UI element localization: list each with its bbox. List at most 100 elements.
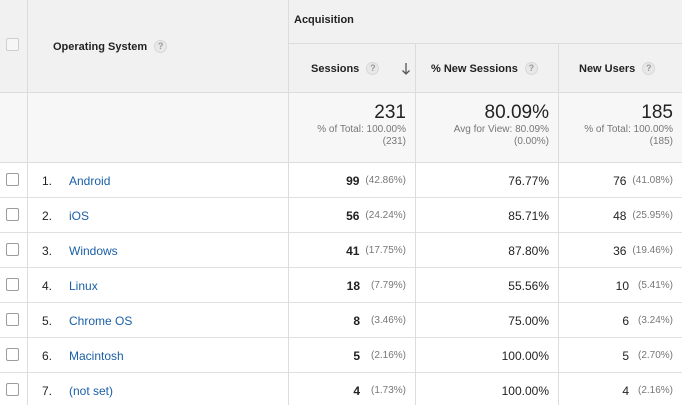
total-caption: % of Total: 100.00% [584, 124, 673, 135]
row-checkbox[interactable] [6, 278, 19, 291]
new-sessions-cell: 100.00% [501, 383, 549, 398]
new-users-percent: (25.95%) [632, 210, 673, 221]
column-header-new-users[interactable]: New Users ? [558, 44, 682, 93]
new-sessions-cell: 85.71% [508, 208, 549, 223]
column-header-sessions[interactable]: Sessions ? [288, 44, 415, 93]
column-header-label: % New Sessions [431, 62, 518, 75]
os-cell: 2. iOS [27, 198, 288, 233]
help-icon[interactable]: ? [366, 62, 380, 75]
new-users-cell: 36 (19.46%) [558, 233, 682, 268]
os-cell: 5. Chrome OS [27, 303, 288, 338]
column-divider [558, 44, 559, 405]
total-sessions: 231 % of Total: 100.00% (231) [288, 93, 415, 163]
os-cell: 4. Linux [27, 268, 288, 303]
new-users-percent: (41.08%) [632, 175, 673, 186]
sessions-value: 56 [346, 208, 360, 223]
help-icon[interactable]: ? [154, 40, 168, 53]
table-row: 3. Windows 41 (17.75%) 87.80% 36 (19.46%) [0, 233, 682, 268]
table-row: 5. Chrome OS 8 (3.46%) 75.00% 6 (3.24%) [0, 303, 682, 338]
new-users-value: 36 [613, 243, 627, 258]
row-checkbox[interactable] [6, 243, 19, 256]
total-caption: (0.00%) [513, 136, 549, 147]
row-index: 7. [42, 383, 53, 398]
row-checkbox[interactable] [6, 313, 19, 326]
os-link[interactable]: Android [69, 163, 110, 198]
new-users-value: 6 [622, 313, 629, 328]
select-all-checkbox[interactable] [6, 38, 19, 51]
sessions-cell: 56 (24.24%) [288, 198, 415, 233]
os-cell: 3. Windows [27, 233, 288, 268]
new-users-value: 10 [615, 278, 629, 293]
total-new-users: 185 % of Total: 100.00% (185) [558, 93, 682, 163]
group-header-acquisition: Acquisition [288, 0, 682, 44]
sessions-cell: 8 (3.46%) [288, 303, 415, 338]
new-sessions-cell: 76.77% [508, 173, 549, 188]
column-header-label: New Users [579, 62, 636, 75]
sessions-percent: (42.86%) [365, 175, 406, 186]
os-link[interactable]: iOS [69, 198, 89, 233]
sessions-percent: (7.79%) [370, 280, 406, 291]
table-row: 6. Macintosh 5 (2.16%) 100.00% 5 (2.70%) [0, 338, 682, 373]
column-divider [27, 0, 28, 405]
new-sessions-cell: 75.00% [508, 313, 549, 328]
total-value: 80.09% [484, 102, 549, 123]
new-users-cell: 4 (2.16%) [558, 373, 682, 405]
row-checkbox[interactable] [6, 208, 19, 221]
new-users-cell: 48 (25.95%) [558, 198, 682, 233]
new-sessions-cell: 100.00% [501, 348, 549, 363]
os-link[interactable]: (not set) [69, 373, 113, 405]
sessions-cell: 5 (2.16%) [288, 338, 415, 373]
new-users-percent: (5.41%) [637, 280, 673, 291]
row-checkbox[interactable] [6, 173, 19, 186]
os-link[interactable]: Chrome OS [69, 303, 132, 338]
total-caption: (231) [382, 136, 406, 147]
new-users-cell: 6 (3.24%) [558, 303, 682, 338]
column-header-new-sessions[interactable]: % New Sessions ? [415, 44, 558, 93]
column-divider [415, 44, 416, 405]
sessions-percent: (24.24%) [365, 210, 406, 221]
dimension-header-label: Operating System [53, 40, 148, 53]
sessions-value: 4 [353, 383, 360, 398]
help-icon[interactable]: ? [642, 62, 656, 75]
total-caption: (185) [649, 136, 673, 147]
sessions-value: 18 [346, 278, 360, 293]
row-checkbox[interactable] [6, 348, 19, 361]
os-link[interactable]: Windows [69, 233, 118, 268]
os-cell: 6. Macintosh [27, 338, 288, 373]
total-value: 185 [641, 102, 673, 123]
row-index: 5. [42, 313, 53, 328]
sessions-cell: 18 (7.79%) [288, 268, 415, 303]
totals-row: 231 % of Total: 100.00% (231) 80.09% Avg… [0, 93, 682, 163]
row-checkbox[interactable] [6, 383, 19, 396]
sessions-value: 41 [346, 243, 360, 258]
row-index: 4. [42, 278, 53, 293]
sessions-value: 8 [353, 313, 360, 328]
table-row: 7. (not set) 4 (1.73%) 100.00% 4 (2.16%) [0, 373, 682, 405]
new-users-cell: 5 (2.70%) [558, 338, 682, 373]
new-users-value: 5 [622, 348, 629, 363]
help-icon[interactable]: ? [524, 62, 538, 75]
dimension-header-operating-system[interactable]: Operating System ? [27, 0, 288, 93]
sessions-cell: 99 (42.86%) [288, 163, 415, 198]
os-cell: 1. Android [27, 163, 288, 198]
sessions-percent: (3.46%) [370, 315, 406, 326]
column-header-label: Sessions [311, 62, 360, 75]
table-row: 4. Linux 18 (7.79%) 55.56% 10 (5.41%) [0, 268, 682, 303]
sessions-percent: (2.16%) [370, 350, 406, 361]
total-new-sessions: 80.09% Avg for View: 80.09% (0.00%) [415, 93, 558, 163]
row-index: 6. [42, 348, 53, 363]
new-users-percent: (3.24%) [637, 315, 673, 326]
os-link[interactable]: Macintosh [69, 338, 124, 373]
row-index: 3. [42, 243, 53, 258]
new-users-percent: (2.70%) [637, 350, 673, 361]
new-users-percent: (19.46%) [632, 245, 673, 256]
os-link[interactable]: Linux [69, 268, 98, 303]
group-header-label: Acquisition [294, 14, 354, 26]
arrow-down-icon[interactable] [401, 62, 411, 76]
total-caption: Avg for View: 80.09% [453, 124, 549, 135]
column-divider [288, 0, 289, 405]
table-row: 2. iOS 56 (24.24%) 85.71% 48 (25.95%) [0, 198, 682, 233]
row-index: 2. [42, 208, 53, 223]
sessions-value: 5 [353, 348, 360, 363]
sessions-percent: (1.73%) [370, 385, 406, 396]
